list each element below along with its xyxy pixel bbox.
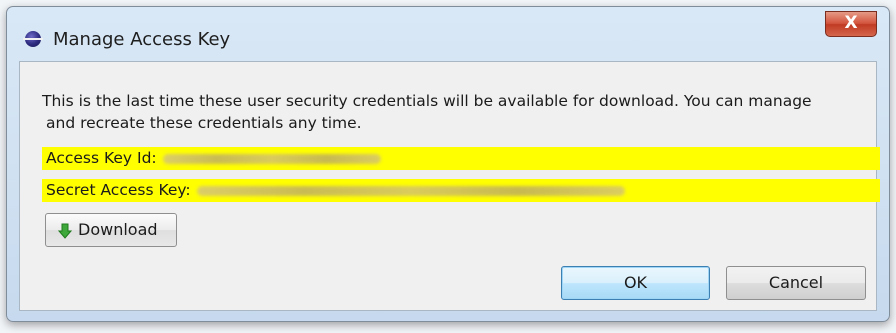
- eclipse-icon: [23, 31, 43, 47]
- download-button-label: Download: [78, 220, 158, 239]
- close-icon: X: [844, 13, 858, 33]
- secret-access-key-label: Secret Access Key:: [46, 181, 191, 199]
- dialog-title: Manage Access Key: [53, 29, 231, 50]
- message-line-2: and recreate these credentials any time.: [46, 114, 362, 132]
- manage-access-key-dialog: Manage Access Key X This is the last tim…: [6, 6, 890, 322]
- download-button[interactable]: Download: [45, 213, 177, 247]
- title-bar[interactable]: Manage Access Key X: [7, 7, 889, 61]
- dialog-content: This is the last time these user securit…: [19, 61, 880, 311]
- secret-access-key-value-redacted: [196, 185, 625, 196]
- cancel-button[interactable]: Cancel: [726, 266, 866, 300]
- close-button[interactable]: X: [825, 11, 877, 37]
- message-line-1: This is the last time these user securit…: [42, 92, 812, 110]
- ok-button[interactable]: OK: [561, 266, 710, 300]
- secret-access-key-row: Secret Access Key:: [42, 179, 880, 202]
- info-message: This is the last time these user securit…: [42, 90, 862, 134]
- access-key-id-value-redacted: [162, 153, 381, 164]
- ok-button-label: OK: [623, 273, 648, 292]
- access-key-id-label: Access Key Id:: [46, 149, 157, 167]
- access-key-id-row: Access Key Id:: [42, 147, 880, 170]
- cancel-button-label: Cancel: [768, 273, 824, 292]
- green-down-arrow-icon: [58, 223, 72, 239]
